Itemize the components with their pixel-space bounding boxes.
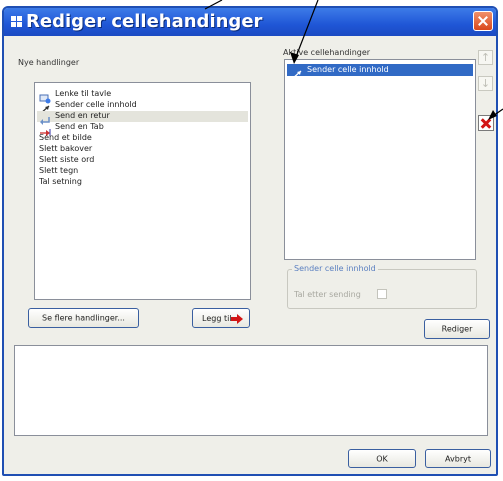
new-action-item[interactable]: Slett tegn (37, 166, 248, 177)
new-actions-list[interactable]: Lenke til tavle Sender celle innhold Send … (34, 82, 251, 300)
edit-button-label: Rediger (441, 324, 473, 334)
right-arrow-icon (231, 314, 243, 324)
active-actions-list[interactable]: Sender celle innhold (284, 59, 476, 260)
new-action-label: Sender celle innhold (55, 100, 137, 109)
more-actions-button[interactable]: Se flere handlinger... (28, 308, 139, 328)
speak-after-label: Tal etter sending (294, 290, 361, 299)
close-button[interactable] (473, 11, 493, 31)
ok-button-label: OK (376, 454, 388, 463)
delete-action-button[interactable] (478, 115, 494, 131)
board-link-icon (39, 89, 51, 104)
grid-icon (11, 16, 22, 27)
new-action-label: Slett siste ord (39, 155, 95, 164)
active-actions-label: Aktive cellehandinger (283, 48, 371, 57)
new-action-item[interactable]: Slett siste ord (37, 155, 248, 166)
cancel-button[interactable]: Avbryt (425, 449, 491, 468)
send-content-icon (39, 100, 51, 115)
arrow-down-icon: ↓ (480, 77, 491, 90)
move-down-button[interactable]: ↓ (478, 76, 493, 91)
new-action-item[interactable]: Send et bilde (37, 133, 248, 144)
active-action-item[interactable]: Sender celle innhold (287, 64, 473, 80)
new-action-label: Send en Tab (55, 122, 104, 131)
arrow-up-icon: ↑ (480, 51, 491, 64)
new-action-item[interactable]: Send en retur (37, 111, 248, 125)
add-button-label: Legg til (202, 314, 232, 323)
more-actions-label: Se flere handlinger... (42, 313, 125, 323)
send-tab-icon (39, 122, 51, 136)
edit-button[interactable]: Rediger (424, 319, 490, 339)
new-action-label: Tal setning (39, 177, 82, 186)
new-actions-label: Nye handlinger (18, 58, 80, 67)
new-action-label: Send et bilde (39, 133, 92, 142)
details-group-title: Sender celle innhold (292, 264, 378, 273)
active-action-label: Sender celle innhold (307, 65, 389, 74)
new-action-label: Send en retur (55, 111, 110, 120)
new-action-label: Slett bakover (39, 144, 93, 153)
send-return-icon (39, 111, 51, 125)
move-up-button[interactable]: ↑ (478, 50, 493, 65)
new-action-label: Lenke til tavle (55, 89, 112, 98)
speak-after-checkbox[interactable] (377, 289, 387, 299)
window-title: Rediger cellehandinger (26, 11, 263, 32)
new-action-item[interactable]: Tal setning (37, 177, 248, 188)
edit-cell-actions-dialog: Rediger cellehandinger Nye handlinger Le… (2, 6, 498, 476)
add-button[interactable]: Legg til (192, 308, 250, 328)
new-action-item[interactable]: Slett bakover (37, 144, 248, 155)
title-bar: Rediger cellehandinger (4, 8, 496, 36)
new-action-item[interactable]: Sender celle innhold (37, 100, 248, 115)
new-action-label: Slett tegn (39, 166, 79, 175)
cancel-button-label: Avbryt (445, 454, 471, 463)
action-description-area (14, 345, 488, 436)
ok-button[interactable]: OK (348, 449, 416, 468)
new-action-item[interactable]: Send en Tab (37, 122, 248, 136)
new-action-item[interactable]: Lenke til tavle (37, 89, 248, 104)
send-content-icon (291, 65, 303, 80)
